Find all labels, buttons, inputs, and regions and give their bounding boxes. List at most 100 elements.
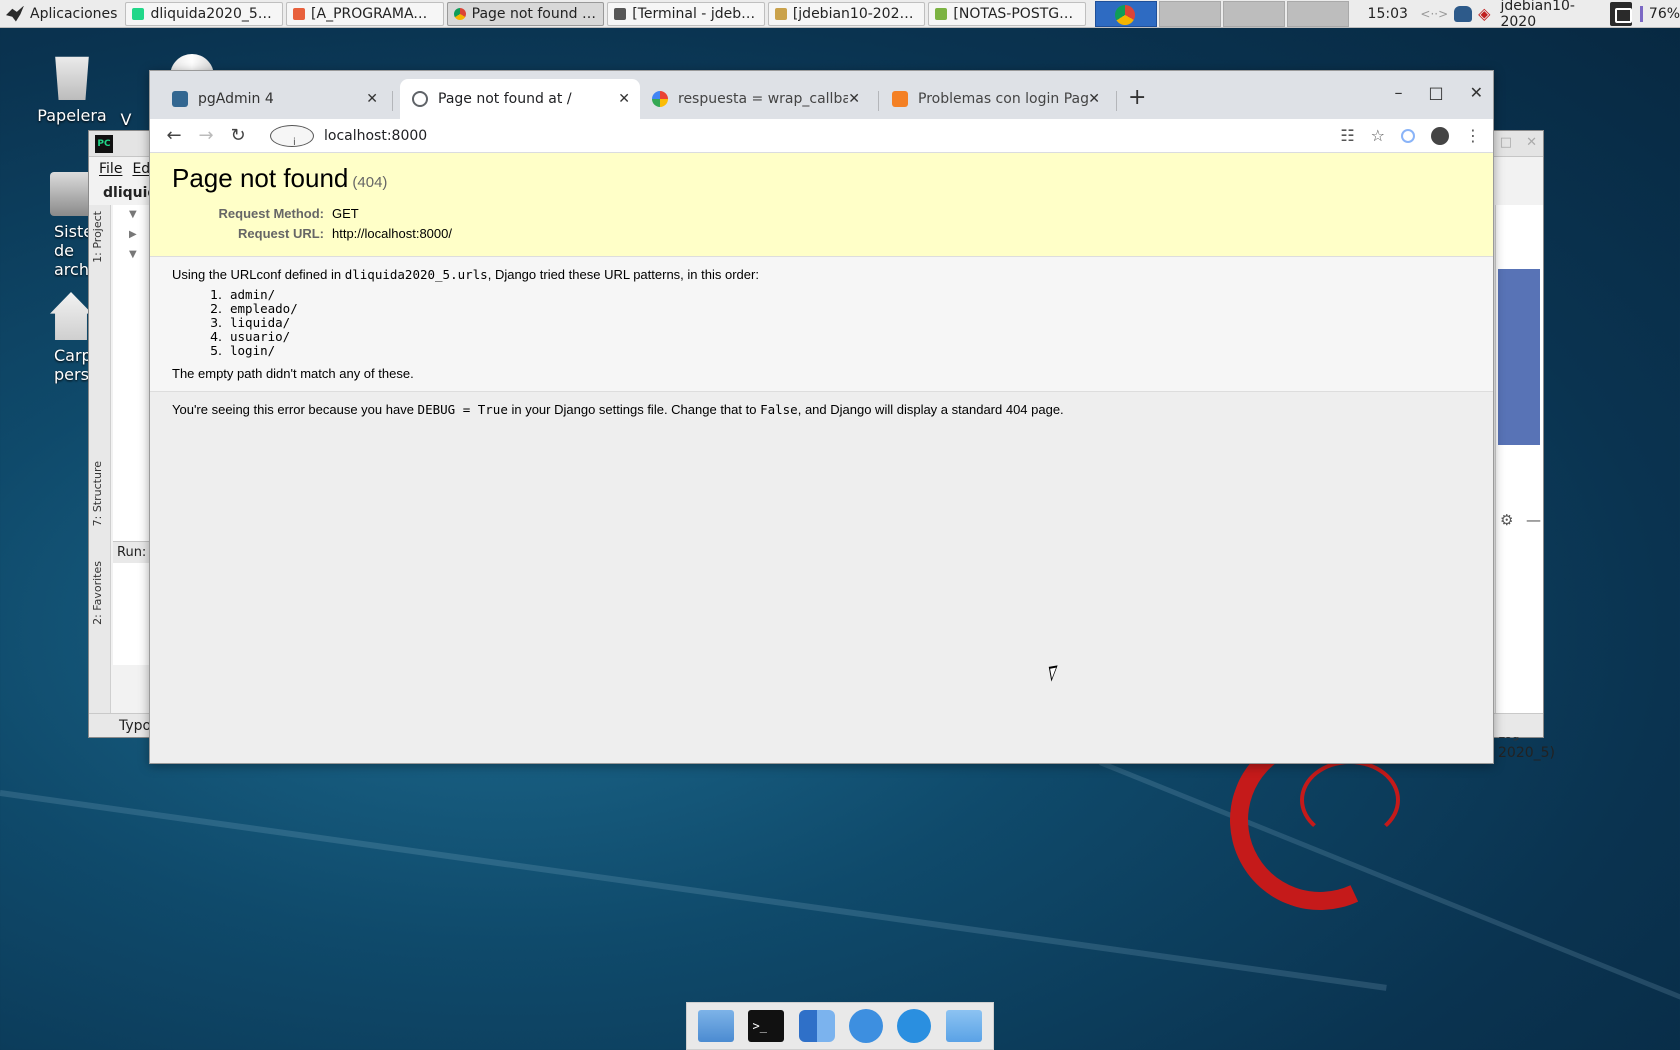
- close-tab-icon[interactable]: ✕: [366, 91, 378, 107]
- bookmark-star-icon[interactable]: ☆: [1371, 126, 1385, 145]
- tab-separator: [1116, 91, 1117, 111]
- task-button-pycharm[interactable]: dliquida2020_5 – ...: [125, 1, 284, 26]
- url-pattern-item: 5. login/: [210, 343, 276, 358]
- screenshot-icon[interactable]: [1609, 1, 1632, 26]
- tab-page-not-found[interactable]: Page not found at / ✕: [400, 79, 640, 119]
- task-button-file-manager[interactable]: [jdebian10-2020 -...: [767, 1, 926, 26]
- network-arrows-icon[interactable]: <··>: [1420, 7, 1448, 21]
- wifi-icon[interactable]: ◈: [1478, 5, 1490, 22]
- pycharm-icon: [132, 7, 145, 20]
- address-bar[interactable]: i localhost:8000: [260, 122, 1334, 150]
- task-button-notes[interactable]: [NOTAS-POSTGRE...: [928, 1, 1087, 26]
- false-value: False: [760, 402, 798, 417]
- translate-icon[interactable]: ☷: [1340, 126, 1354, 145]
- task-button-terminal[interactable]: [Terminal - jdebian...: [607, 1, 765, 26]
- workspace-1[interactable]: [1095, 0, 1158, 27]
- clock[interactable]: 15:03: [1361, 6, 1414, 22]
- close-tab-icon[interactable]: ✕: [848, 91, 860, 107]
- url-pattern: usuario/: [230, 329, 291, 344]
- home-folder-icon: [774, 7, 787, 20]
- close-icon[interactable]: ✕: [1470, 83, 1483, 102]
- maximize-icon[interactable]: □: [1500, 135, 1512, 150]
- urlconf-module: dliquida2020_5.urls: [344, 267, 488, 282]
- folder-icon[interactable]: [945, 1010, 982, 1042]
- workspace-3[interactable]: [1223, 0, 1286, 27]
- debug-sentence: You're seeing this error because you hav…: [172, 402, 1473, 417]
- request-url-value: http://localhost:8000/: [332, 226, 452, 241]
- pgadmin-elephant-icon[interactable]: [1454, 5, 1473, 22]
- task-title: [A_PROGRAMACIO...: [311, 5, 437, 22]
- url-pattern-item: 4. usuario/: [210, 329, 291, 344]
- back-button[interactable]: ←: [158, 125, 190, 146]
- explain-part: , and Django will display a standard 404…: [797, 402, 1064, 417]
- project-tool-tab[interactable]: 1: Project: [91, 211, 104, 263]
- username[interactable]: jdebian10-2020: [1500, 0, 1601, 30]
- urlconf-suffix: , Django tried these URL patterns, in th…: [487, 267, 759, 282]
- debug-explanation: You're seeing this error because you hav…: [150, 392, 1493, 427]
- applications-label: Aplicaciones: [30, 5, 118, 22]
- new-tab-button[interactable]: +: [1128, 85, 1146, 110]
- close-icon[interactable]: ✕: [1526, 135, 1537, 150]
- pgadmin-icon: [172, 91, 188, 107]
- reload-button[interactable]: ↻: [222, 125, 254, 146]
- applications-menu[interactable]: Aplicaciones: [0, 0, 125, 28]
- files-icon[interactable]: [698, 1010, 735, 1042]
- request-method-label: Request Method:: [218, 206, 324, 221]
- desktop-icon-partial[interactable]: V: [106, 110, 146, 129]
- url-patterns-list: 1. admin/ 2. empleado/ 3. liquida/ 4. usuari…: [202, 288, 1473, 358]
- editor-selection-block: [1498, 269, 1540, 445]
- task-button-brave[interactable]: [A_PROGRAMACIO...: [286, 1, 444, 26]
- extension-icon[interactable]: [1401, 128, 1415, 143]
- request-method-value: GET: [332, 206, 359, 221]
- favorites-tool-tab[interactable]: 2: Favorites: [91, 561, 104, 625]
- error-title: Page not found: [172, 163, 349, 193]
- menu-file[interactable]: File: [99, 161, 122, 177]
- maximize-icon[interactable]: □: [1428, 83, 1443, 102]
- forward-button[interactable]: →: [190, 125, 222, 146]
- search-icon[interactable]: [897, 1009, 932, 1043]
- globe-icon: [412, 91, 428, 107]
- close-tab-icon[interactable]: ✕: [618, 91, 630, 107]
- close-tab-icon[interactable]: ✕: [1088, 91, 1100, 107]
- task-title: [jdebian10-2020 -...: [792, 5, 919, 22]
- urlconf-sentence: Using the URLconf defined in dliquida202…: [172, 267, 1473, 282]
- tab-stackoverflow[interactable]: Problemas con login Pagina ✕: [880, 79, 1110, 119]
- web-browser-icon[interactable]: [849, 1009, 884, 1043]
- tab-pgadmin[interactable]: pgAdmin 4 ✕: [160, 79, 388, 119]
- task-button-chrome[interactable]: Page not found at /...: [446, 1, 605, 26]
- account-icon[interactable]: [1431, 126, 1449, 145]
- request-url-row: Request URL: http://localhost:8000/: [172, 224, 452, 244]
- chrome-icon: [453, 7, 466, 20]
- tab-separator: [878, 91, 879, 111]
- wallpaper-streak: [0, 790, 1387, 991]
- tab-google-search[interactable]: respuesta = wrap_callback ✕: [640, 79, 870, 119]
- settings-gear-icon[interactable]: ⚙: [1500, 511, 1513, 529]
- url-text[interactable]: localhost:8000: [324, 128, 427, 144]
- page-title: Page not found (404): [172, 163, 1473, 194]
- tab-title: Page not found at /: [438, 91, 572, 107]
- tab-title: respuesta = wrap_callback: [678, 91, 848, 107]
- battery-level[interactable]: 76%: [1639, 5, 1680, 22]
- harddisk-icon: [50, 172, 92, 216]
- request-meta-table: Request Method: GET Request URL: http://…: [172, 204, 452, 244]
- minimize-icon[interactable]: –: [1394, 83, 1402, 102]
- url-pattern-item: 2. empleado/: [210, 301, 298, 316]
- google-icon: [652, 91, 668, 107]
- terminal-icon[interactable]: >_: [748, 1010, 785, 1042]
- python-interpreter-status[interactable]: 2020_5): [1498, 745, 1555, 761]
- url-pattern-item: 3. liquida/: [210, 315, 291, 330]
- chrome-menu-icon[interactable]: ⋮: [1465, 126, 1481, 145]
- task-title: [NOTAS-POSTGRE...: [953, 5, 1080, 22]
- site-info-icon[interactable]: i: [270, 124, 314, 148]
- top-panel: Aplicaciones dliquida2020_5 – ... [A_PRO…: [0, 0, 1680, 30]
- structure-tool-tab[interactable]: 7: Structure: [91, 461, 104, 526]
- tab-strip: pgAdmin 4 ✕ Page not found at / ✕ respue…: [150, 71, 1493, 119]
- minimize-panel-icon[interactable]: —: [1526, 511, 1541, 529]
- finder-icon[interactable]: [798, 1010, 835, 1042]
- error-summary: Page not found (404) Request Method: GET …: [150, 153, 1493, 257]
- task-title: dliquida2020_5 – ...: [150, 5, 277, 22]
- workspace-4[interactable]: [1287, 0, 1350, 27]
- workspace-2[interactable]: [1159, 0, 1222, 27]
- urlconf-info: Using the URLconf defined in dliquida202…: [150, 257, 1493, 392]
- desktop-icon-trash[interactable]: Papelera: [30, 52, 114, 125]
